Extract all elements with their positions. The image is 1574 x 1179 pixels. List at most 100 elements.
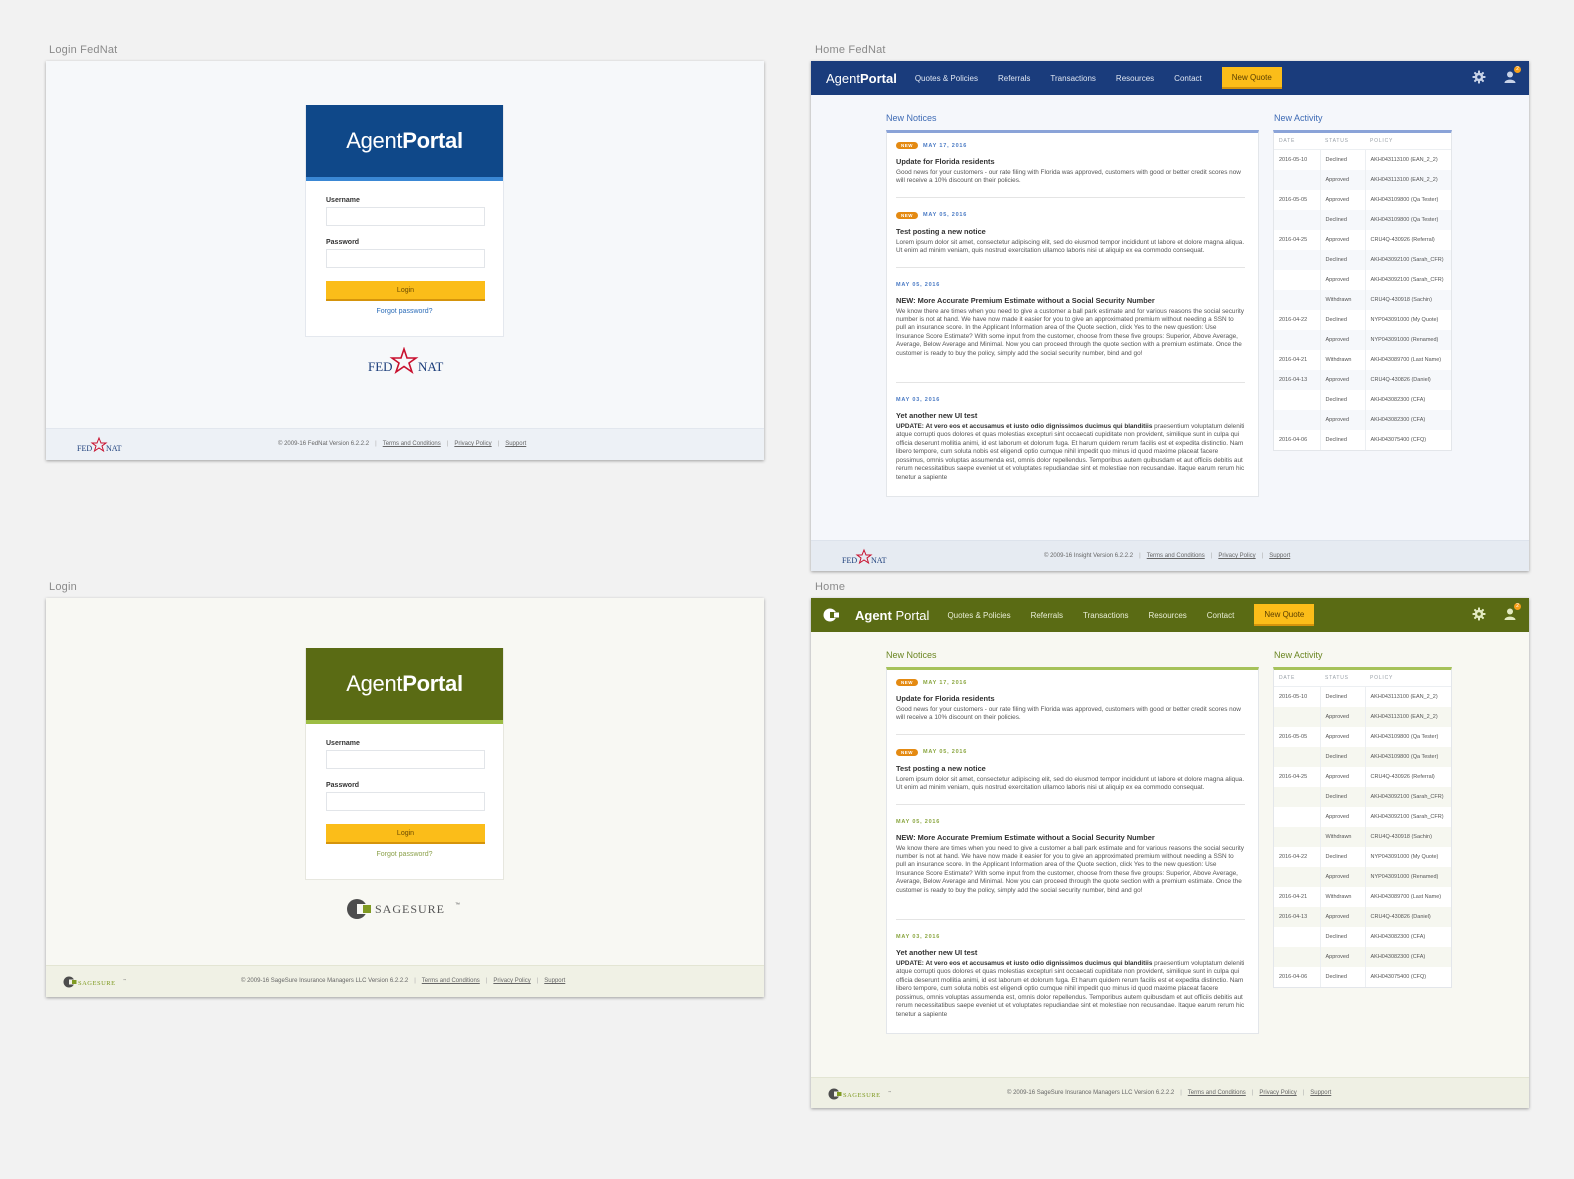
support-link[interactable]: Support [505, 441, 526, 447]
gear-icon[interactable] [1472, 70, 1486, 84]
agent-portal-logo[interactable]: Agent Portal [823, 608, 929, 623]
cell-status: Declined [1320, 686, 1366, 707]
table-row[interactable]: Approved AKH043092100 (Sarah_CFR) [1274, 269, 1451, 290]
cell-status: Approved [1320, 906, 1366, 927]
table-row[interactable]: Approved NYP043091000 (Renamed) [1274, 329, 1451, 350]
fednat-footer-logo: FED NAT [76, 435, 126, 460]
nav-resources[interactable]: Resources [1116, 74, 1154, 83]
table-row[interactable]: Withdrawn CRU4Q-430918 (Sachin) [1274, 826, 1451, 847]
notice-item[interactable]: MAY 05, 2016 NEW: More Accurate Premium … [896, 268, 1245, 384]
login-button[interactable]: Login [326, 281, 485, 301]
cell-policy: AKH043082300 (CFA) [1365, 409, 1451, 430]
nav-contact[interactable]: Contact [1207, 611, 1235, 620]
table-row[interactable]: Declined AKH043109800 (Qa Tester) [1274, 209, 1451, 230]
table-row[interactable]: Withdrawn CRU4Q-430918 (Sachin) [1274, 289, 1451, 310]
footer: FED NAT © 2009-16 Insight Version 6.2.2.… [811, 540, 1529, 571]
forgot-password-link[interactable]: Forgot password? [326, 308, 483, 315]
table-row[interactable]: 2016-05-05 Approved AKH043109800 (Qa Teste… [1274, 726, 1451, 747]
sagesure-mark-icon [828, 1088, 842, 1100]
nav-referrals[interactable]: Referrals [1031, 611, 1063, 620]
cell-date: 2016-05-10 [1274, 149, 1321, 170]
table-row[interactable]: Declined AKH043082300 (CFA) [1274, 926, 1451, 947]
notification-badge: 2 [1514, 66, 1521, 73]
notice-item[interactable]: NEW MAY 05, 2016 Test posting a new notic… [896, 735, 1245, 805]
table-row[interactable]: 2016-05-05 Approved AKH043109800 (Qa Teste… [1274, 189, 1451, 210]
notice-item[interactable]: MAY 03, 2016 Yet another new UI test UPD… [896, 383, 1245, 493]
notice-item[interactable]: NEW MAY 17, 2016 Update for Florida resid… [896, 133, 1245, 198]
user-icon[interactable]: 2 [1503, 66, 1521, 84]
notice-item[interactable]: NEW MAY 17, 2016 Update for Florida resid… [896, 670, 1245, 735]
table-row[interactable]: 2016-04-06 Declined AKH043075400 (CFQ) [1274, 966, 1451, 987]
cell-status: Approved [1320, 409, 1366, 430]
notice-item[interactable]: MAY 03, 2016 Yet another new UI test UPD… [896, 920, 1245, 1030]
privacy-link[interactable]: Privacy Policy [454, 441, 491, 447]
table-row[interactable]: Approved AKH043082300 (CFA) [1274, 946, 1451, 967]
nav-resources[interactable]: Resources [1149, 611, 1187, 620]
forgot-password-link[interactable]: Forgot password? [326, 851, 483, 858]
support-link[interactable]: Support [1269, 553, 1290, 559]
table-row[interactable]: Declined AKH043092100 (Sarah_CFR) [1274, 249, 1451, 270]
privacy-link[interactable]: Privacy Policy [1259, 1090, 1296, 1096]
copyright: © 2009-16 SageSure Insurance Managers LL… [241, 978, 409, 984]
new-quote-button[interactable]: New Quote [1254, 604, 1315, 626]
table-row[interactable]: 2016-05-10 Declined AKH043113100 (EAN_2_2) [1274, 686, 1451, 707]
login-button[interactable]: Login [326, 824, 485, 844]
notice-date: MAY 17, 2016 [923, 142, 968, 149]
notice-item[interactable]: MAY 05, 2016 NEW: More Accurate Premium … [896, 805, 1245, 921]
table-row[interactable]: Declined AKH043092100 (Sarah_CFR) [1274, 786, 1451, 807]
sagesure-logo-text: SAGESURE [843, 1092, 881, 1099]
terms-link[interactable]: Terms and Conditions [383, 441, 441, 447]
password-input[interactable] [326, 249, 485, 268]
nav-quotes-policies[interactable]: Quotes & Policies [947, 611, 1010, 620]
nav-quotes-policies[interactable]: Quotes & Policies [915, 74, 978, 83]
table-row[interactable]: 2016-05-10 Declined AKH043113100 (EAN_2_2) [1274, 149, 1451, 170]
table-row[interactable]: 2016-04-22 Declined NYP043091000 (My Quote… [1274, 846, 1451, 867]
username-input[interactable] [326, 207, 485, 226]
support-link[interactable]: Support [544, 978, 565, 984]
table-row[interactable]: 2016-04-25 Approved CRU4Q-430926 (Referral… [1274, 766, 1451, 787]
nav-transactions[interactable]: Transactions [1083, 611, 1129, 620]
table-row[interactable]: Approved AKH043092100 (Sarah_CFR) [1274, 806, 1451, 827]
agent-portal-logo[interactable]: Agent Portal [826, 71, 897, 86]
table-row[interactable]: Approved NYP043091000 (Renamed) [1274, 866, 1451, 887]
user-icon[interactable]: 2 [1503, 603, 1521, 621]
table-row[interactable]: 2016-04-13 Approved CRU4Q-430826 (Daniel) [1274, 906, 1451, 927]
notice-date: MAY 05, 2016 [896, 281, 941, 288]
table-row[interactable]: Declined AKH043109800 (Qa Tester) [1274, 746, 1451, 767]
nav-referrals[interactable]: Referrals [998, 74, 1030, 83]
cell-status: Approved [1320, 706, 1366, 727]
sagesure-logo-text: SAGESURE [78, 980, 116, 987]
terms-link[interactable]: Terms and Conditions [1147, 553, 1205, 559]
cell-date: 2016-04-13 [1274, 906, 1321, 927]
table-row[interactable]: 2016-04-25 Approved CRU4Q-430926 (Referral… [1274, 229, 1451, 250]
privacy-link[interactable]: Privacy Policy [1218, 553, 1255, 559]
table-row[interactable]: Declined AKH043082300 (CFA) [1274, 389, 1451, 410]
table-row[interactable]: 2016-04-22 Declined NYP043091000 (My Quote… [1274, 309, 1451, 330]
password-input[interactable] [326, 792, 485, 811]
terms-link[interactable]: Terms and Conditions [1188, 1090, 1246, 1096]
table-row[interactable]: 2016-04-21 Withdrawn AKH043089700 (Last Na… [1274, 349, 1451, 370]
col-header-policy: POLICY [1365, 670, 1451, 687]
new-quote-button[interactable]: New Quote [1221, 67, 1282, 89]
cell-status: Approved [1320, 189, 1366, 210]
table-row[interactable]: Approved AKH043082300 (CFA) [1274, 409, 1451, 430]
username-input[interactable] [326, 750, 485, 769]
support-link[interactable]: Support [1310, 1090, 1331, 1096]
notice-item[interactable]: NEW MAY 05, 2016 Test posting a new notic… [896, 198, 1245, 268]
privacy-link[interactable]: Privacy Policy [493, 978, 530, 984]
fednat-footer-logo: FED NAT [841, 547, 891, 571]
table-row[interactable]: 2016-04-21 Withdrawn AKH043089700 (Last Na… [1274, 886, 1451, 907]
table-row[interactable]: 2016-04-06 Declined AKH043075400 (CFQ) [1274, 429, 1451, 450]
new-badge: NEW [896, 142, 918, 149]
agent-portal-logo: Agent Portal [306, 105, 503, 181]
table-row[interactable]: Approved AKH043113100 (EAN_2_2) [1274, 169, 1451, 190]
table-row[interactable]: 2016-04-13 Approved CRU4Q-430826 (Daniel) [1274, 369, 1451, 390]
nav-transactions[interactable]: Transactions [1050, 74, 1096, 83]
copyright: © 2009-16 FedNat Version 6.2.2.2 [278, 441, 370, 447]
terms-link[interactable]: Terms and Conditions [422, 978, 480, 984]
table-row[interactable]: Approved AKH043113100 (EAN_2_2) [1274, 706, 1451, 727]
nav-contact[interactable]: Contact [1174, 74, 1202, 83]
gear-icon[interactable] [1472, 607, 1486, 621]
cell-status: Declined [1320, 389, 1366, 410]
cell-policy: AKH043113100 (EAN_2_2) [1370, 156, 1438, 163]
